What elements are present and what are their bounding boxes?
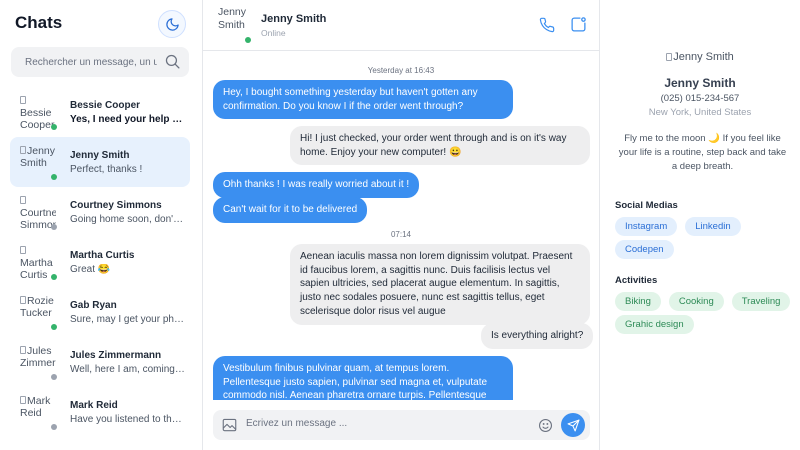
chat-preview: Great 😂 [70,264,111,275]
profile-location: New York, United States [648,107,752,118]
activity-tag-cooking: Cooking [668,292,724,311]
search-box [11,47,189,77]
status-dot [245,37,251,43]
message-thread: Yesterday at 16:43 Hey, I bought somethi… [203,52,599,400]
search-icon[interactable] [164,53,181,70]
phone-icon[interactable] [539,17,555,33]
timestamp: Yesterday at 16:43 [367,66,435,75]
message-composer [213,410,590,440]
social-tag-instagram[interactable]: Instagram [615,217,678,236]
status-dot [51,274,57,280]
section-title-activities: Activities [615,275,658,286]
chat-preview: Well, here I am, coming soon [70,364,185,375]
conversation-header: Jenny Smith Jenny Smith Online [203,0,599,51]
conversation-panel: Jenny Smith Jenny Smith Online Yesterday… [203,0,600,450]
timestamp: 07:14 [390,230,412,239]
chat-preview: Sure, may I get your phone number? [70,314,185,325]
chat-list-item[interactable]: Martha Curtis Martha Curtis Great 😂 [10,237,190,287]
image-icon[interactable] [222,418,237,432]
contact-status: Online [261,28,286,38]
chat-list-item[interactable]: Mark Reid Mark Reid Have you listened to… [10,387,190,437]
chat-preview: Going home soon, don't worry [70,214,185,225]
chat-sidebar: Chats Bessie Cooper Bessie Cooper Yes, I… [0,0,203,450]
profile-bio: Fly me to the moon 🌙 If you feel like yo… [618,133,787,172]
chat-name: Bessie Cooper [70,100,141,111]
chat-list-item[interactable]: Jules Zimmermann Jules Zimmermann Well, … [10,337,190,387]
status-dot [51,424,57,430]
chat-list-item[interactable]: Rozie Tucker Gab Ryan Sure, may I get yo… [10,287,190,337]
chat-preview: Have you listened to the new song? [70,414,185,425]
message-bubble-outgoing: Ohh thanks ! I was really worried about … [213,172,420,198]
status-dot [51,324,57,330]
chat-name: Mark Reid [70,400,118,411]
activity-tag-graphic-design: Grahic design [615,315,694,334]
chat-list-item[interactable]: Courtney Simmons Courtney Simmons Going … [10,187,190,237]
status-dot [51,374,57,380]
message-bubble-outgoing: Can't wait for it to be delivered [213,197,368,223]
message-bubble-outgoing: Hey, I bought something yesterday but ha… [213,80,513,120]
contact-name[interactable]: Jenny Smith [261,13,326,25]
activity-tag-biking: Biking [615,292,661,311]
search-input[interactable] [25,56,157,68]
activity-tags: Biking Cooking Traveling Grahic design [615,292,795,334]
chat-name: Courtney Simmons [70,200,162,211]
avatar: Jenny Smith [600,51,800,63]
send-button[interactable] [561,413,585,437]
chat-list-item[interactable]: Bessie Cooper Bessie Cooper Yes, I need … [10,87,190,137]
activity-tag-traveling: Traveling [731,292,791,311]
message-bubble-incoming: Is everything alright? [481,323,594,349]
chat-name: Gab Ryan [70,300,117,311]
chat-preview: Perfect, thanks ! [70,164,143,175]
new-message-icon[interactable] [570,16,587,33]
social-tags: Instagram Linkedin Codepen [615,217,795,259]
send-icon [567,419,579,431]
message-bubble-incoming: Hi! I just checked, your order went thro… [290,126,590,166]
status-dot [51,124,57,130]
message-bubble-outgoing: Vestibulum finibus pulvinar quam, at tem… [213,356,513,400]
status-dot [51,174,57,180]
smiley-icon[interactable] [538,418,553,433]
moon-icon [165,17,179,31]
chat-name: Martha Curtis [70,250,135,261]
profile-name: Jenny Smith [664,76,736,90]
status-dot [51,224,57,230]
chat-preview: Yes, I need your help with the project [70,114,185,125]
message-input[interactable] [246,418,526,429]
social-tag-linkedin[interactable]: Linkedin [685,217,741,236]
message-bubble-incoming: Aenean iaculis massa non lorem dignissim… [290,244,590,325]
sidebar-title: Chats [15,13,63,32]
contact-profile: Jenny Smith Jenny Smith (025) 015-234-56… [600,0,800,450]
section-title-social: Social Medias [615,200,678,211]
chat-list-item[interactable]: Jenny Smith Jenny Smith Perfect, thanks … [10,137,190,187]
social-tag-codepen[interactable]: Codepen [615,240,674,259]
chat-name: Jules Zimmermann [70,350,162,361]
profile-phone: (025) 015-234-567 [660,93,740,104]
chat-name: Jenny Smith [70,150,130,161]
theme-toggle-button[interactable] [158,10,186,38]
chat-list: Bessie Cooper Bessie Cooper Yes, I need … [10,87,190,437]
